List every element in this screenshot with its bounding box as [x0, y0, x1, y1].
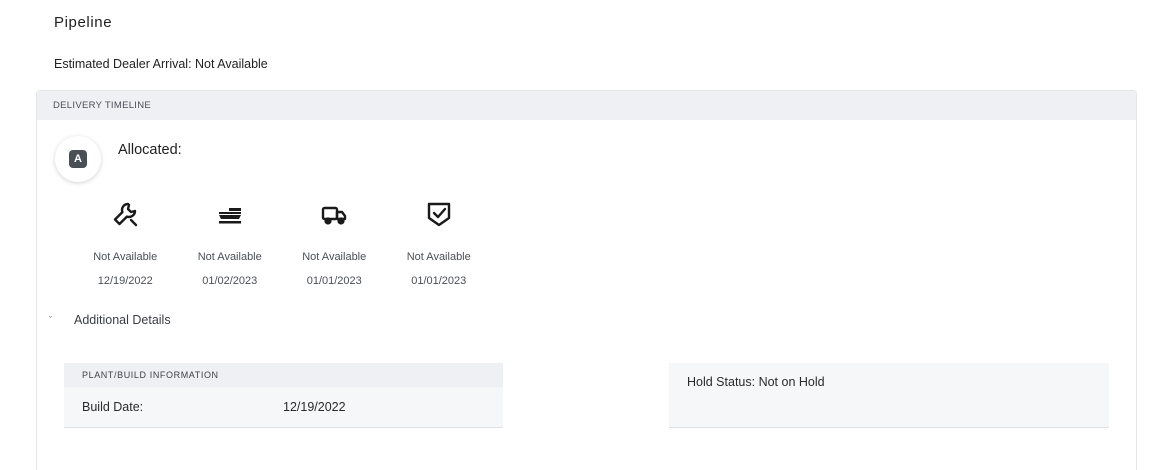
- step-status: Not Available: [93, 251, 158, 263]
- step-status: Not Available: [302, 251, 367, 263]
- timeline-step-delivered: Not Available 01/01/2023: [387, 199, 492, 287]
- timeline-step-transit: Not Available 01/01/2023: [282, 199, 387, 287]
- build-date-row: Build Date: 12/19/2022: [64, 387, 503, 427]
- additional-details-toggle[interactable]: ˇ Additional Details: [49, 313, 171, 327]
- shield-check-icon: [424, 199, 454, 229]
- hold-status-panel: Hold Status: Not on Hold: [669, 363, 1109, 428]
- status-letter-icon: A: [69, 150, 87, 168]
- timeline-steps: Not Available 12/19/2022 Not Available 0…: [73, 199, 491, 287]
- truck-icon: [319, 199, 349, 229]
- status-badge: A: [55, 136, 101, 182]
- step-date: 01/01/2023: [306, 275, 362, 287]
- plant-build-panel: PLANT/BUILD INFORMATION Build Date: 12/1…: [64, 363, 503, 428]
- build-date-value: 12/19/2022: [283, 400, 346, 414]
- chevron-down-icon[interactable]: ˇ: [49, 315, 59, 325]
- step-status: Not Available: [406, 251, 471, 263]
- plant-build-header: PLANT/BUILD INFORMATION: [64, 363, 503, 387]
- page-title: Pipeline: [54, 14, 113, 31]
- build-date-label: Build Date:: [82, 400, 144, 414]
- step-date: 12/19/2022: [97, 275, 153, 287]
- timeline-step-build: Not Available 12/19/2022: [73, 199, 178, 287]
- wrench-icon: [110, 199, 140, 229]
- timeline-step-ship: Not Available 01/02/2023: [178, 199, 283, 287]
- status-label: Allocated:: [118, 142, 182, 158]
- additional-details-label[interactable]: Additional Details: [74, 313, 171, 327]
- step-date: 01/01/2023: [411, 275, 467, 287]
- step-date: 01/02/2023: [202, 275, 258, 287]
- ship-icon: [215, 199, 245, 229]
- delivery-timeline-card: DELIVERY TIMELINE A Allocated: Not Avail…: [36, 90, 1137, 470]
- hold-status-text: Hold Status: Not on Hold: [687, 375, 825, 389]
- delivery-timeline-header: DELIVERY TIMELINE: [37, 91, 1136, 120]
- step-status: Not Available: [197, 251, 262, 263]
- estimated-arrival-text: Estimated Dealer Arrival: Not Available: [54, 57, 268, 71]
